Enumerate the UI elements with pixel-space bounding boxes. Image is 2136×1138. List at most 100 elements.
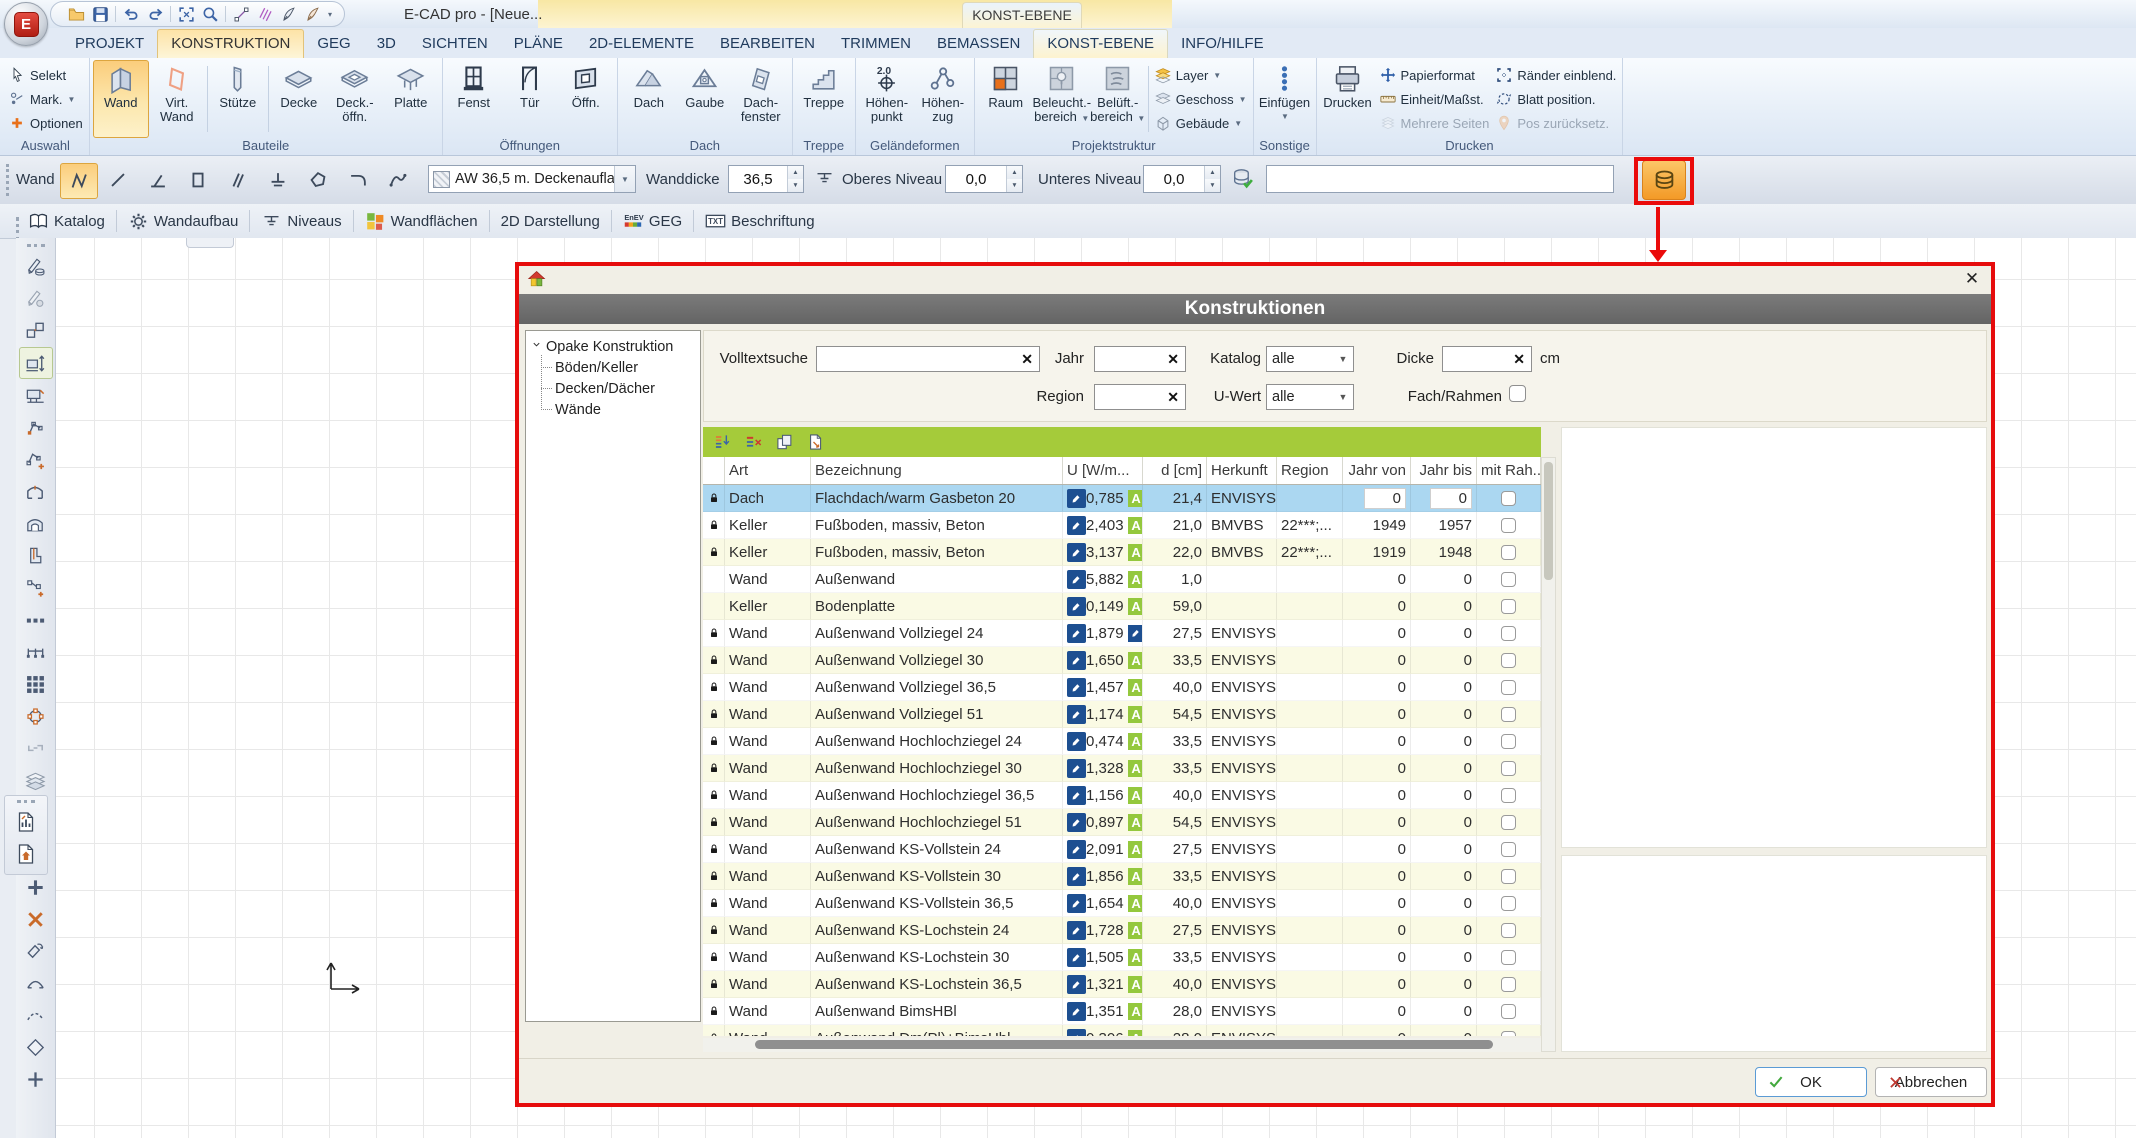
- mit-rahmen-checkbox[interactable]: [1501, 896, 1516, 911]
- table-row[interactable]: WandAußenwand KS-Lochstein 36,51,321A40,…: [703, 971, 1541, 998]
- left-tool-arch-solid[interactable]: [20, 509, 52, 539]
- tab-bemassen[interactable]: BEMASSEN: [924, 30, 1033, 58]
- mit-rahmen-checkbox[interactable]: [1501, 950, 1516, 965]
- ribbon-button-platte[interactable]: Platte: [383, 60, 439, 138]
- qat-more-icon[interactable]: ▾: [326, 10, 334, 19]
- left-tool-arch[interactable]: [20, 477, 52, 507]
- ribbon-button-gebäude[interactable]: Gebäude▼: [1154, 113, 1247, 133]
- table-row[interactable]: WandAußenwand Vollziegel 241,87927,5ENVI…: [703, 620, 1541, 647]
- ok-button[interactable]: OK: [1755, 1067, 1867, 1097]
- table-row[interactable]: WandAußenwand Vollziegel 301,650A33,5ENV…: [703, 647, 1541, 674]
- edit-icon[interactable]: [1067, 543, 1086, 562]
- tree-item-böden-keller[interactable]: Böden/Keller: [541, 357, 698, 378]
- wall-mode-line[interactable]: [100, 163, 136, 197]
- toolbar-grip[interactable]: [6, 164, 9, 196]
- left-tool-arc-dashed[interactable]: [20, 1000, 52, 1030]
- ribbon-button-höhen-[interactable]: 2.0Höhen-punkt: [859, 60, 915, 138]
- view-button-wandaufbau[interactable]: Wandaufbau: [119, 207, 248, 235]
- ribbon-button-deck-[interactable]: Deck.-öffn.: [327, 60, 383, 138]
- ribbon-button-drucken[interactable]: Drucken: [1320, 60, 1376, 138]
- edit-icon[interactable]: [1067, 786, 1086, 805]
- left-tool-cross[interactable]: [20, 904, 52, 934]
- edit-icon[interactable]: [1067, 759, 1086, 778]
- wall-mode-arc-curve[interactable]: [380, 163, 416, 197]
- ribbon-button-optionen[interactable]: Optionen: [8, 113, 83, 133]
- column-header-bezeichnung[interactable]: Bezeichnung: [811, 457, 1063, 484]
- construction-name-field[interactable]: [1266, 165, 1614, 193]
- tab-konst-ebene[interactable]: KONST-EBENE: [1033, 29, 1168, 58]
- table-row[interactable]: KellerBodenplatte0,149A59,000: [703, 593, 1541, 620]
- table-row[interactable]: WandAußenwand Hochlochziegel 36,51,156A4…: [703, 782, 1541, 809]
- remove-row-button[interactable]: [743, 431, 765, 453]
- view-button-niveaus[interactable]: Niveaus: [252, 207, 350, 235]
- edit-icon[interactable]: [1067, 489, 1086, 508]
- add-row-button[interactable]: [712, 431, 734, 453]
- left-tool-arc-open[interactable]: [20, 968, 52, 998]
- left-tool-diamond[interactable]: [20, 1032, 52, 1062]
- horizontal-scrollbar[interactable]: [703, 1038, 1541, 1052]
- left-tool-plus-2[interactable]: [20, 1064, 52, 1094]
- table-row[interactable]: WandAußenwand KS-Vollstein 36,51,654A40,…: [703, 890, 1541, 917]
- app-logo[interactable]: E: [4, 2, 48, 46]
- column-header-d-cm-[interactable]: d [cm]: [1143, 457, 1207, 484]
- ribbon-button-blatt-position-[interactable]: Blatt position.: [1495, 89, 1616, 109]
- left-tool-layer-stack[interactable]: [20, 765, 52, 795]
- wall-mode-parallel[interactable]: [220, 163, 256, 197]
- ribbon-button-layer[interactable]: Layer▼: [1154, 65, 1247, 85]
- edit-icon[interactable]: [1067, 867, 1086, 886]
- wall-mode-symmetric[interactable]: [260, 163, 296, 197]
- copy-row-button[interactable]: [774, 431, 796, 453]
- edit-icon[interactable]: [1067, 813, 1086, 832]
- mit-rahmen-checkbox[interactable]: [1501, 491, 1516, 506]
- ribbon-button-gaube[interactable]: Gaube: [677, 60, 733, 138]
- mit-rahmen-checkbox[interactable]: [1501, 572, 1516, 587]
- edit-icon[interactable]: [1067, 597, 1086, 616]
- qat-node-button[interactable]: [230, 3, 252, 25]
- table-row[interactable]: KellerFußboden, massiv, Beton3,137A22,0B…: [703, 539, 1541, 566]
- view-button-katalog[interactable]: Katalog: [19, 207, 114, 235]
- uwert-select[interactable]: alle▼: [1266, 384, 1354, 410]
- panel-notch[interactable]: [186, 238, 234, 248]
- jahr-input[interactable]: ✕: [1094, 346, 1186, 372]
- export-row-button[interactable]: [805, 431, 827, 453]
- edit-icon[interactable]: [1067, 840, 1086, 859]
- volltextsuche-field[interactable]: [817, 347, 1015, 371]
- mit-rahmen-checkbox[interactable]: [1501, 977, 1516, 992]
- ribbon-button-dach-[interactable]: Dach-fenster: [733, 60, 789, 138]
- left-tool-fence[interactable]: [20, 637, 52, 667]
- clear-icon[interactable]: ✕: [1161, 351, 1185, 368]
- unteres-niveau-stepper[interactable]: 0,0 ▲▼: [1143, 165, 1221, 193]
- qat-undo-button[interactable]: [120, 3, 142, 25]
- mit-rahmen-checkbox[interactable]: [1501, 815, 1516, 830]
- qat-folder-button[interactable]: [65, 3, 87, 25]
- view-button-geg[interactable]: EnEVGEG: [614, 207, 691, 235]
- tree-item-wände[interactable]: Wände: [541, 399, 698, 420]
- qat-fit-button[interactable]: [175, 3, 197, 25]
- mit-rahmen-checkbox[interactable]: [1501, 599, 1516, 614]
- left-tool-node-poly[interactable]: [20, 413, 52, 443]
- ribbon-button-virt-[interactable]: Virt.Wand: [149, 60, 205, 138]
- cancel-button[interactable]: Abbrechen: [1875, 1067, 1987, 1097]
- view-button-beschriftung[interactable]: TXTBeschriftung: [696, 207, 823, 235]
- mit-rahmen-checkbox[interactable]: [1501, 788, 1516, 803]
- ribbon-button-stütze[interactable]: Stütze: [210, 60, 266, 138]
- left-tool-node-plus-2[interactable]: [20, 573, 52, 603]
- ribbon-button-ränder-einblend-[interactable]: Ränder einblend.: [1495, 65, 1616, 85]
- tree-item-decken-dächer[interactable]: Decken/Dächer: [541, 378, 698, 399]
- stepper-up-icon[interactable]: ▲: [1007, 166, 1022, 179]
- column-header-jahr-bis[interactable]: Jahr bis: [1411, 457, 1477, 484]
- left-tool-pen-off[interactable]: [20, 283, 52, 313]
- wall-mode-perpendicular[interactable]: [140, 163, 176, 197]
- table-row[interactable]: WandAußenwand KS-Lochstein 301,505A33,5E…: [703, 944, 1541, 971]
- left-tool-plus[interactable]: [20, 872, 52, 902]
- qat-pen2-button[interactable]: [302, 3, 324, 25]
- view-button-wandflächen[interactable]: Wandflächen: [356, 207, 487, 235]
- vertical-scrollbar[interactable]: [1541, 457, 1556, 1052]
- table-row[interactable]: WandAußenwand Hochlochziegel 510,897A54,…: [703, 809, 1541, 836]
- table-row[interactable]: WandAußenwand Hochlochziegel 301,328A33,…: [703, 755, 1541, 782]
- edit-icon[interactable]: [1067, 732, 1086, 751]
- ribbon-button-einfügen[interactable]: Einfügen▼: [1257, 60, 1313, 138]
- mit-rahmen-checkbox[interactable]: [1501, 923, 1516, 938]
- qat-redo-button[interactable]: [144, 3, 166, 25]
- stepper-up-icon[interactable]: ▲: [1205, 166, 1220, 179]
